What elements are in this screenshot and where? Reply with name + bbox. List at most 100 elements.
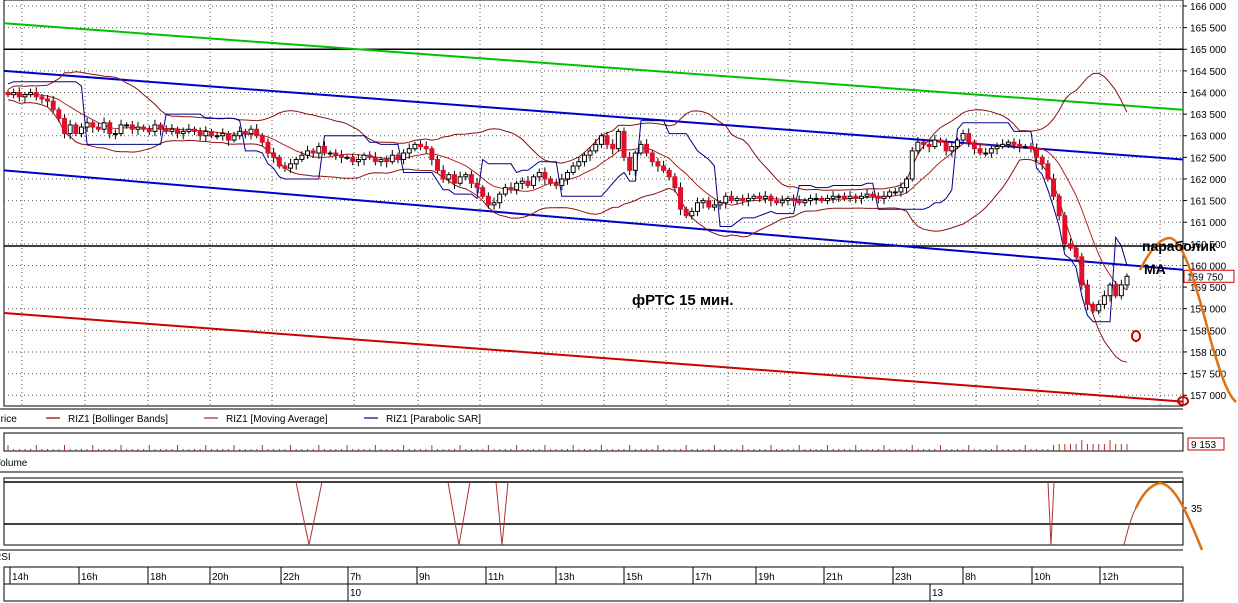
candle-body bbox=[389, 154, 395, 163]
chart-canvas: 166 000 165 500 165 000 164 500 164 000 163 5… bbox=[0, 0, 1238, 603]
candle-body bbox=[16, 91, 22, 98]
candle-body bbox=[474, 182, 480, 189]
legend-label: Price bbox=[0, 414, 17, 425]
time-tick-label: 10h bbox=[1034, 572, 1051, 583]
candle-body bbox=[282, 165, 288, 169]
candle-body bbox=[406, 148, 412, 154]
candle-body bbox=[435, 159, 440, 171]
candle-body bbox=[621, 130, 627, 158]
y-tick-label: 165 000 bbox=[1190, 45, 1227, 56]
candle-body bbox=[446, 174, 452, 180]
candle-body bbox=[661, 165, 667, 171]
candle-body bbox=[1068, 243, 1073, 249]
candle-body bbox=[1045, 163, 1051, 180]
candle-body bbox=[220, 133, 226, 137]
time-tick-label: 17h bbox=[695, 572, 712, 583]
rsi-panel-label: RSI bbox=[0, 552, 11, 563]
time-tick-label: 8h bbox=[965, 572, 976, 583]
candle-body bbox=[1000, 143, 1006, 148]
candle-body bbox=[1034, 148, 1040, 158]
candle-body bbox=[163, 128, 169, 132]
candle-body bbox=[11, 91, 17, 96]
candle-body bbox=[50, 100, 56, 111]
candle-body bbox=[909, 150, 915, 180]
candle-body bbox=[966, 133, 972, 143]
candle-body bbox=[265, 141, 271, 154]
rsi-level-label: 35 bbox=[1191, 504, 1203, 515]
candle-body bbox=[67, 124, 73, 135]
time-tick-label: 15h bbox=[626, 572, 643, 583]
candle-body bbox=[180, 130, 186, 135]
candle-body bbox=[1073, 247, 1079, 258]
candle-body bbox=[367, 154, 373, 158]
candle-body bbox=[22, 94, 28, 98]
candle-body bbox=[361, 154, 367, 161]
legend-label: RIZ1 [Parabolic SAR] bbox=[386, 414, 481, 425]
candle-body bbox=[214, 135, 220, 138]
time-tick-label: 13h bbox=[558, 572, 575, 583]
candle-body bbox=[322, 146, 327, 154]
parabolic-annotation: параболик bbox=[1142, 238, 1217, 254]
candle-body bbox=[288, 163, 294, 169]
candle-body bbox=[638, 143, 644, 154]
candle-body bbox=[429, 148, 435, 161]
candle-body bbox=[548, 178, 554, 184]
legend-label: RIZ1 [Bollinger Bands] bbox=[68, 414, 168, 425]
candle-body bbox=[525, 180, 531, 186]
candle-body bbox=[615, 130, 621, 150]
candle-body bbox=[683, 208, 689, 217]
candle-body bbox=[225, 133, 231, 141]
candle-body bbox=[915, 141, 921, 152]
candle-body bbox=[728, 195, 734, 202]
legend-label: RIZ1 [Moving Average] bbox=[226, 414, 328, 425]
candle-body bbox=[463, 174, 469, 178]
candle-body bbox=[649, 152, 655, 163]
candle-body bbox=[423, 146, 429, 150]
candle-body bbox=[327, 152, 333, 155]
candle-body bbox=[853, 195, 859, 199]
candle-body bbox=[350, 156, 356, 163]
candle-body bbox=[531, 176, 537, 186]
candle-body bbox=[355, 159, 361, 163]
candle-body bbox=[570, 165, 576, 173]
candle-body bbox=[514, 182, 520, 191]
candle-body bbox=[1056, 195, 1062, 217]
candle-body bbox=[1028, 146, 1034, 150]
candle-body bbox=[841, 195, 847, 199]
candle-body bbox=[892, 191, 898, 194]
candle-body bbox=[485, 195, 491, 206]
candle-body bbox=[468, 174, 474, 184]
candle-body bbox=[938, 139, 943, 143]
time-tick-label: 12h bbox=[1102, 572, 1119, 583]
candle-body bbox=[751, 195, 757, 199]
candle-body bbox=[644, 143, 650, 154]
candle-body bbox=[259, 135, 265, 143]
candle-body bbox=[242, 130, 248, 135]
candle-body bbox=[169, 128, 175, 132]
candle-body bbox=[881, 195, 887, 199]
candle-body bbox=[384, 159, 390, 163]
candle-body bbox=[757, 195, 763, 199]
candle-body bbox=[175, 128, 181, 135]
time-tick-label: 9h bbox=[419, 572, 430, 583]
candle-body bbox=[785, 197, 791, 202]
candle-body bbox=[418, 143, 424, 148]
candle-body bbox=[73, 124, 79, 135]
candle-body bbox=[152, 124, 158, 132]
candle-body bbox=[610, 143, 616, 150]
candle-body bbox=[875, 195, 881, 199]
candle-body bbox=[62, 117, 67, 135]
candle-body bbox=[305, 150, 311, 156]
ma-annotation: MA bbox=[1144, 261, 1166, 277]
candle-body bbox=[378, 159, 384, 163]
candle-body bbox=[808, 197, 813, 202]
candle-body bbox=[553, 182, 559, 186]
candle-body bbox=[830, 195, 836, 199]
candle-body bbox=[5, 91, 11, 96]
candle-body bbox=[203, 130, 209, 137]
candle-body bbox=[576, 161, 582, 167]
candle-body bbox=[717, 202, 723, 206]
candle-body bbox=[836, 195, 842, 198]
candle-body bbox=[1039, 156, 1045, 165]
candle-body bbox=[135, 126, 141, 130]
